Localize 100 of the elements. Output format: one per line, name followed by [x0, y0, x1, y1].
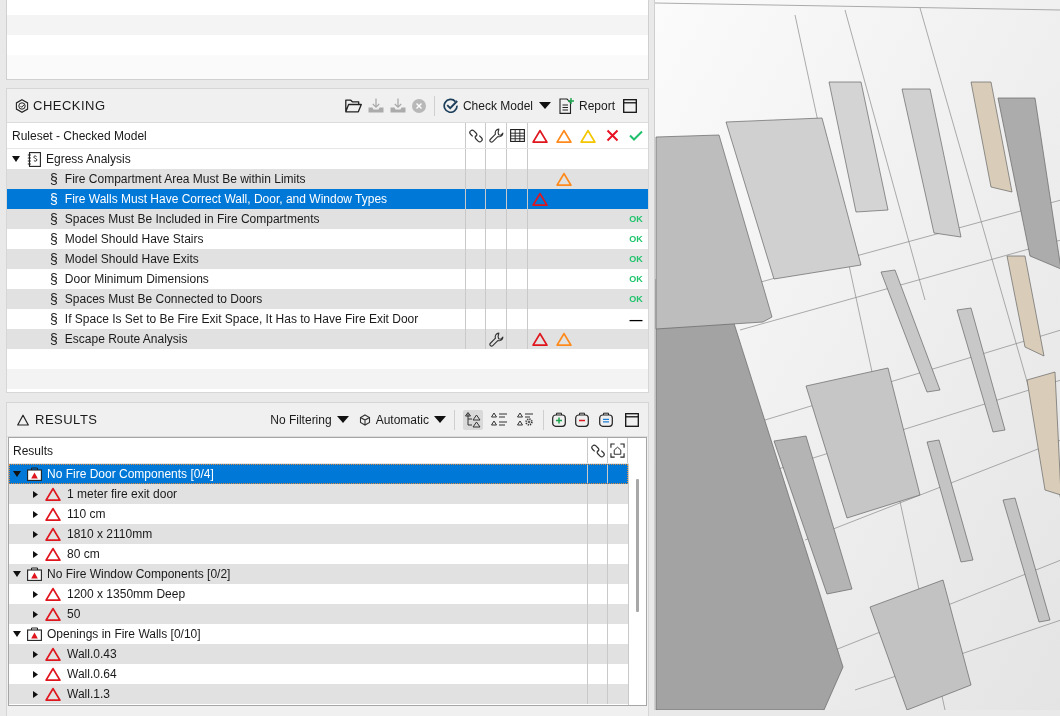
section-symbol: § [50, 251, 58, 267]
warning-triangle-icon [580, 128, 596, 143]
caret-down-icon [434, 416, 446, 423]
section-symbol: § [50, 211, 58, 227]
warning-triangle-icon [45, 527, 61, 541]
warning-triangle-icon [532, 128, 548, 143]
tree-row[interactable]: § Spaces Must Be Connected to Doors OK [7, 289, 648, 309]
caret-down-icon [336, 416, 349, 423]
rule-label: Escape Route Analysis [64, 332, 188, 346]
tree-row[interactable]: 50 [9, 604, 628, 624]
tree-row[interactable]: Wall.0.43 [9, 644, 628, 664]
list-settings-icon [517, 411, 533, 428]
cube-icon [358, 413, 371, 426]
list-view-icon [491, 411, 507, 428]
rule-label: Model Should Have Stairs [64, 232, 204, 246]
caret-down-icon[interactable] [12, 156, 20, 162]
triangle-outline-icon [17, 413, 29, 426]
equal-item-icon[interactable] [599, 412, 613, 427]
caret-right-icon[interactable] [33, 590, 38, 598]
folder-icon[interactable] [344, 98, 362, 113]
ruleset-book-icon [27, 151, 41, 167]
check-circle-icon [442, 98, 458, 113]
wrench-icon [488, 128, 504, 143]
check-model-button[interactable]: Check Model [442, 98, 533, 113]
window-icon[interactable] [623, 98, 637, 113]
caret-right-icon[interactable] [33, 530, 38, 538]
status-text: — [629, 311, 643, 327]
rule-label: Spaces Must Be Included in Fire Compartments [64, 212, 320, 226]
result-label: 110 cm [67, 507, 106, 521]
mode-dropdown[interactable]: Automatic [358, 412, 446, 427]
warning-triangle-icon [45, 547, 61, 561]
result-label: 50 [67, 607, 81, 621]
caret-right-icon[interactable] [33, 690, 38, 698]
view-toggle-button[interactable] [463, 409, 483, 430]
report-button[interactable]: Report [558, 97, 615, 114]
panel-title: CHECKING [33, 98, 106, 113]
status-text: OK [629, 214, 643, 224]
add-item-icon[interactable] [552, 412, 566, 427]
status-text: OK [629, 274, 643, 284]
scrollbar-thumb[interactable] [636, 479, 639, 612]
tree-row[interactable]: § Spaces Must Be Included in Fire Compartments OK [7, 209, 648, 229]
section-symbol: § [50, 331, 58, 347]
remove-item-icon[interactable] [575, 412, 589, 427]
warning-triangle-icon [45, 647, 61, 661]
rule-label: Spaces Must Be Connected to Doors [64, 292, 263, 306]
tree-row[interactable]: § Fire Compartment Area Must Be within Limits [7, 169, 648, 189]
result-group-label: No Fire Door Components [0/4] [47, 467, 214, 481]
tree-row[interactable]: No Fire Window Components [0/2] [9, 564, 628, 584]
window-icon[interactable] [625, 412, 639, 427]
warning-triangle-icon [45, 687, 61, 701]
panel-title: RESULTS [35, 412, 98, 427]
rule-label: If Space Is Set to Be Fire Exit Space, It Has to Have Fire Exit Door [64, 312, 419, 326]
tree-row[interactable]: § Escape Route Analysis [7, 329, 648, 349]
result-label: 80 cm [67, 547, 100, 561]
briefcase-warning-icon [27, 567, 42, 581]
rule-label: Model Should Have Exits [64, 252, 199, 266]
section-symbol: § [50, 271, 58, 287]
shield-check-icon [15, 98, 29, 113]
caret-right-icon[interactable] [33, 490, 38, 498]
warning-triangle-icon [532, 332, 548, 346]
caret-right-icon[interactable] [33, 650, 38, 658]
tree-row[interactable]: Wall.1.3 [9, 684, 628, 704]
warning-triangle-icon [45, 587, 61, 601]
caret-right-icon[interactable] [33, 550, 38, 558]
briefcase-warning-icon [27, 627, 42, 641]
tree-row[interactable]: § Model Should Have Exits OK [7, 249, 648, 269]
caret-right-icon[interactable] [33, 610, 38, 618]
warning-triangle-icon [556, 128, 572, 143]
rule-label: Door Minimum Dimensions [64, 272, 209, 286]
rule-label: Fire Walls Must Have Correct Wall, Door, and Window Types [64, 192, 388, 206]
filter-dropdown[interactable]: No Filtering [270, 412, 349, 427]
caret-down-icon[interactable] [13, 631, 21, 637]
tree-row[interactable]: § Fire Walls Must Have Correct Wall, Door, and Window Types [7, 189, 648, 209]
section-symbol: § [50, 171, 58, 187]
cross-icon [605, 129, 619, 142]
tree-view-icon [465, 411, 481, 428]
tree-row[interactable]: 1 meter fire exit door [9, 484, 628, 504]
result-group-label: No Fire Window Components [0/2] [47, 567, 231, 581]
column-header: Results [12, 443, 54, 458]
link-icon [468, 128, 483, 143]
result-label: Wall.0.43 [67, 647, 117, 661]
tree-row[interactable]: 1810 x 2110mm [9, 524, 628, 544]
result-label: Wall.0.64 [67, 667, 117, 681]
warning-triangle-icon [45, 487, 61, 501]
result-label: 1 meter fire exit door [67, 487, 178, 501]
rule-label: Fire Compartment Area Must Be within Limits [64, 172, 306, 186]
caret-right-icon[interactable] [33, 670, 38, 678]
warning-triangle-icon [556, 332, 572, 346]
caret-down-icon[interactable] [538, 102, 551, 109]
status-text: OK [629, 254, 643, 264]
caret-down-icon[interactable] [13, 571, 21, 577]
warning-triangle-icon [556, 172, 572, 186]
briefcase-warning-icon [27, 467, 42, 481]
ruleset-label: Egress Analysis [46, 152, 131, 166]
result-label: Wall.1.3 [67, 687, 110, 701]
section-symbol: § [50, 311, 58, 327]
tree-row[interactable]: No Fire Door Components [0/4] [9, 464, 628, 484]
link-icon [590, 443, 605, 458]
result-group-label: Openings in Fire Walls [0/10] [47, 627, 201, 641]
caret-right-icon[interactable] [33, 510, 38, 518]
